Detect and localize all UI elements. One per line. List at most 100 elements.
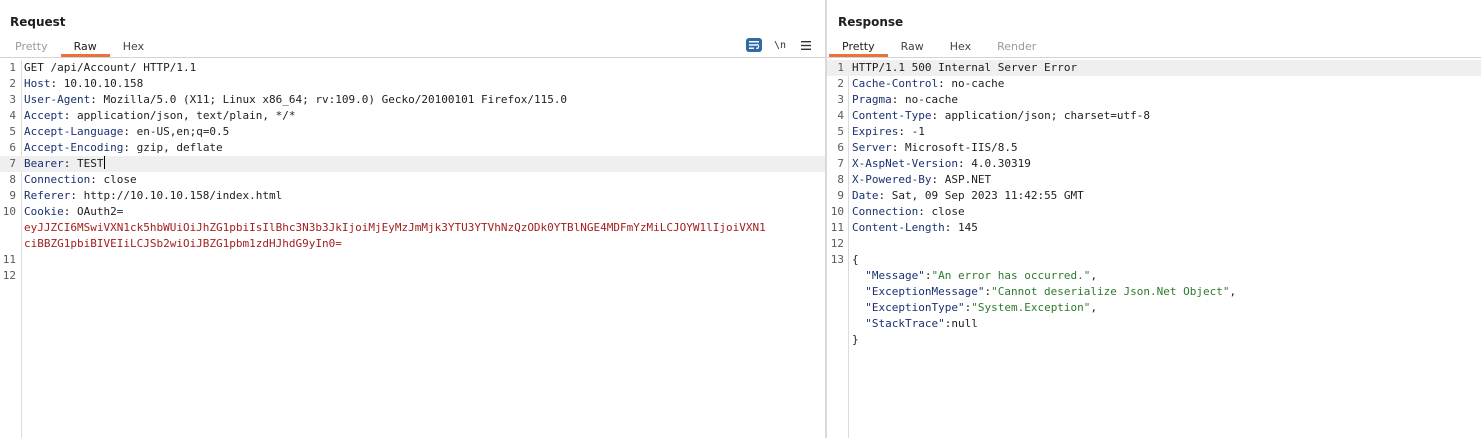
- header-value: : 10.10.10.158: [50, 77, 144, 90]
- code-line: "Message":"An error has occurred.",: [827, 268, 1481, 284]
- code-line: 12: [0, 268, 826, 284]
- code-line: 9 Date: Sat, 09 Sep 2023 11:42:55 GMT: [827, 188, 1481, 204]
- line-content: Cookie: OAuth2=: [24, 204, 123, 220]
- code-line: 10 Connection: close: [827, 204, 1481, 220]
- code-line: 6 Accept-Encoding: gzip, deflate: [0, 140, 826, 156]
- header-name: Referer: [24, 189, 71, 202]
- line-content: Pragma: no-cache: [852, 92, 958, 108]
- json-key: "Message": [852, 269, 925, 282]
- line-content: Connection: close: [24, 172, 137, 188]
- line-number: 9: [837, 189, 844, 202]
- line-content: "ExceptionMessage":"Cannot deserialize J…: [852, 284, 1236, 300]
- response-tabs: Pretty Raw Hex Render: [829, 37, 1049, 57]
- wrap-lines-icon[interactable]: [746, 38, 762, 52]
- response-tab-raw[interactable]: Raw: [888, 37, 937, 57]
- line-content: Content-Type: application/json; charset=…: [852, 108, 1150, 124]
- cookie-value: eyJJZCI6MSwiVXN1ck5hbWUiOiJhZG1pbiIsIlBh…: [24, 221, 766, 234]
- header-value: : Sat, 09 Sep 2023 11:42:55 GMT: [878, 189, 1084, 202]
- response-tab-pretty[interactable]: Pretty: [829, 37, 888, 57]
- header-value: }: [852, 333, 859, 346]
- json-string-value: "An error has occurred.": [931, 269, 1091, 282]
- code-line: 9 Referer: http://10.10.10.158/index.html: [0, 188, 826, 204]
- header-name: Pragma: [852, 93, 892, 106]
- line-number: 13: [830, 253, 844, 266]
- response-editor[interactable]: 1 HTTP/1.1 500 Internal Server Error 2 Cach…: [827, 60, 1481, 438]
- line-content: eyJJZCI6MSwiVXN1ck5hbWUiOiJhZG1pbiIsIlBh…: [24, 220, 766, 236]
- request-tab-raw[interactable]: Raw: [60, 37, 110, 57]
- header-name: X-Powered-By: [852, 173, 932, 186]
- line-number: 3: [837, 93, 844, 106]
- code-line: "StackTrace":null: [827, 316, 1481, 332]
- header-name: Cache-Control: [852, 77, 939, 90]
- line-content: "Message":"An error has occurred.",: [852, 268, 1097, 284]
- line-content: GET /api/Account/ HTTP/1.1: [24, 60, 196, 76]
- request-tab-pretty[interactable]: Pretty: [2, 37, 61, 57]
- request-tab-hex[interactable]: Hex: [110, 37, 157, 57]
- line-number: 6: [9, 141, 16, 154]
- header-value: : 4.0.30319: [957, 157, 1031, 170]
- request-title: Request: [10, 15, 66, 29]
- line-number: 4: [9, 109, 16, 122]
- line-number: 11: [830, 221, 844, 234]
- code-line: 4 Accept: application/json, text/plain, *…: [0, 108, 826, 124]
- line-content: Cache-Control: no-cache: [852, 76, 1004, 92]
- json-key: "ExceptionMessage": [852, 285, 985, 298]
- line-content: X-Powered-By: ASP.NET: [852, 172, 991, 188]
- header-name: User-Agent: [24, 93, 91, 106]
- code-line: 2 Host: 10.10.10.158: [0, 76, 826, 92]
- code-line: 6 Server: Microsoft-IIS/8.5: [827, 140, 1481, 156]
- response-tab-divider: [827, 57, 1481, 58]
- code-line: 12: [827, 236, 1481, 252]
- newline-toggle-button[interactable]: \n: [772, 38, 788, 52]
- code-line: }: [827, 332, 1481, 348]
- line-number: 7: [837, 157, 844, 170]
- line-content: Date: Sat, 09 Sep 2023 11:42:55 GMT: [852, 188, 1084, 204]
- header-value: {: [852, 253, 859, 266]
- line-number: 5: [837, 125, 844, 138]
- header-name: Content-Type: [852, 109, 932, 122]
- code-line: 13 {: [827, 252, 1481, 268]
- code-line: 1 HTTP/1.1 500 Internal Server Error: [827, 60, 1481, 76]
- response-tab-hex[interactable]: Hex: [937, 37, 984, 57]
- header-value: : Microsoft-IIS/8.5: [891, 141, 1018, 154]
- response-tab-render[interactable]: Render: [984, 37, 1049, 57]
- request-toolbar: \n: [746, 37, 814, 53]
- header-value: : 145: [944, 221, 978, 234]
- line-content: {: [852, 252, 859, 268]
- header-value: : -1: [898, 125, 925, 138]
- header-value: : application/json, text/plain, */*: [63, 109, 296, 122]
- header-name: Accept: [24, 109, 64, 122]
- line-content: "StackTrace":null: [852, 316, 978, 332]
- line-content: ciBBZG1pbiBIVEIiLCJSb2wiOiJBZG1pbm1zdHJh…: [24, 236, 342, 252]
- line-content: User-Agent: Mozilla/5.0 (X11; Linux x86_…: [24, 92, 567, 108]
- code-line: 2 Cache-Control: no-cache: [827, 76, 1481, 92]
- line-content: Content-Length: 145: [852, 220, 978, 236]
- code-line: 11: [0, 252, 826, 268]
- line-content: Server: Microsoft-IIS/8.5: [852, 140, 1018, 156]
- code-line: 7 Bearer: TEST: [0, 156, 826, 172]
- code-line: 3 Pragma: no-cache: [827, 92, 1481, 108]
- line-number: 4: [837, 109, 844, 122]
- hamburger-menu-icon[interactable]: [798, 38, 814, 52]
- line-number: 1: [9, 61, 16, 74]
- request-lines: 1 GET /api/Account/ HTTP/1.1 2 Host: 10.10.…: [0, 60, 826, 284]
- header-value: : no-cache: [891, 93, 958, 106]
- code-line: 5 Expires: -1: [827, 124, 1481, 140]
- header-value: : TEST: [63, 157, 104, 170]
- header-value: : http://10.10.10.158/index.html: [70, 189, 283, 202]
- header-value: GET /api/Account/ HTTP/1.1: [24, 61, 197, 74]
- line-content: }: [852, 332, 859, 348]
- line-content: X-AspNet-Version: 4.0.30319: [852, 156, 1031, 172]
- code-line: 8 X-Powered-By: ASP.NET: [827, 172, 1481, 188]
- text-caret: [103, 156, 105, 169]
- header-value: : OAuth2=: [63, 205, 124, 218]
- request-tabs: Pretty Raw Hex: [2, 37, 157, 57]
- header-name: Expires: [852, 125, 899, 138]
- json-separator: ,: [1229, 285, 1237, 298]
- line-number: 10: [830, 205, 844, 218]
- line-content: Accept-Encoding: gzip, deflate: [24, 140, 223, 156]
- request-pane: Request Pretty Raw Hex \n 1 GET /api/Accoun…: [0, 0, 826, 438]
- request-editor[interactable]: 1 GET /api/Account/ HTTP/1.1 2 Host: 10.10.…: [0, 60, 826, 438]
- line-number: 8: [837, 173, 844, 186]
- line-content: "ExceptionType":"System.Exception",: [852, 300, 1097, 316]
